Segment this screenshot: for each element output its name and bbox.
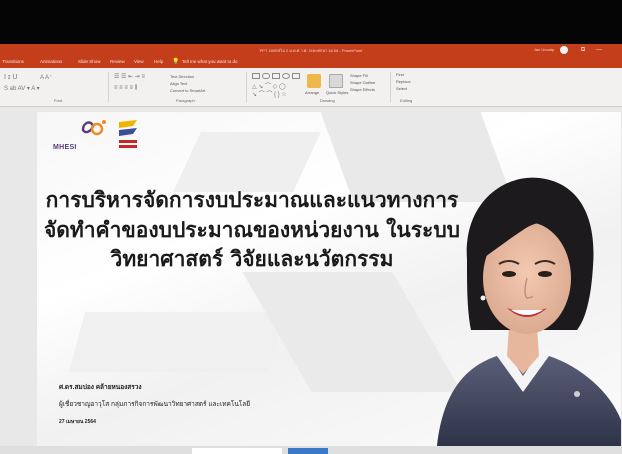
tsri-logo-icon [119, 120, 137, 148]
select-button[interactable]: Select [396, 86, 407, 91]
minimize-button[interactable]: — [594, 45, 604, 55]
slide-title[interactable]: การบริหารจัดการงบประมาณและแนวทางการ จัดท… [37, 185, 467, 274]
background-facet [173, 132, 321, 192]
shape-rectangle-icon[interactable] [272, 73, 280, 79]
arrange-icon[interactable] [307, 74, 321, 88]
tab-review[interactable]: Review [110, 59, 125, 64]
tab-view[interactable]: View [134, 59, 144, 64]
paragraph-group-label: Paragraph [176, 98, 195, 103]
text-direction[interactable]: Text Direction [170, 74, 194, 79]
arrange-button[interactable]: Arrange [305, 90, 319, 95]
presenter-role[interactable]: ผู้เชี่ยวชาญอาวุโส กลุ่มภารกิจการพัฒนาวิ… [59, 399, 250, 409]
replace-button[interactable]: Replace [396, 79, 411, 84]
shape-outline[interactable]: Shape Outline [350, 80, 375, 85]
slide-title-line: วิทยาศาสตร์ วิจัยและนวัตกรรม [110, 246, 394, 271]
notes-area[interactable] [192, 448, 282, 454]
tab-animations[interactable]: Animations [40, 59, 62, 64]
tab-slide-show[interactable]: Slide Show [78, 59, 101, 64]
font-format-icon[interactable]: S ab AV ▾ A ▾ [4, 85, 40, 92]
mhesi-logo-text: MHESI [53, 144, 77, 151]
convert-smartart[interactable]: Convert to SmartArt [170, 88, 205, 93]
font-group-label: Font [54, 98, 63, 103]
shape-rectangle-icon[interactable] [292, 73, 300, 79]
slide-title-line: จัดทำคำของบประมาณของหน่วยงาน ในระบบ [43, 216, 461, 242]
align-text[interactable]: Align Text [170, 81, 187, 86]
find-button[interactable]: Find [396, 72, 404, 77]
ribbon-toolbar: I ɪ U A A ⁱ S ab AV ▾ A ▾ Font ☰ ☰ ⇤ ⇥ ≡… [0, 68, 622, 107]
editing-group-label: Editing [400, 98, 413, 103]
bottom-toolbar [0, 446, 622, 454]
screen-top-bezel [0, 0, 622, 44]
tab-transitions[interactable]: Transitions [2, 59, 24, 64]
font-size-icon[interactable]: A A ⁱ [40, 74, 51, 81]
presenter-name[interactable]: ศ.ดร.สมปอง คล้ายหนองสรวง [59, 382, 142, 392]
drawing-group-label: Drawing [320, 98, 335, 103]
slide-title-line: การบริหารจัดการงบประมาณและแนวทางการ [45, 187, 459, 212]
shape-fill[interactable]: Shape Fill [350, 73, 368, 78]
window-titlebar: PPT งบพรสไม 2 ม.ค.ศ.ว.ศ. ระยะศกษา 16.06 … [0, 44, 622, 56]
restore-button[interactable]: ⧉ [578, 45, 588, 55]
presentation-date[interactable]: 27 เมษายน 2564 [59, 418, 96, 426]
user-name[interactable]: Jan Uncatp [534, 47, 554, 52]
quick-styles-button[interactable]: Quick Styles [326, 90, 348, 95]
shape-oval-icon[interactable] [282, 73, 290, 79]
slide-canvas[interactable]: MHESI การบริหารจัดการงบประมาณและแนวทางกา… [37, 112, 621, 446]
shape-rounded-icon[interactable] [262, 73, 270, 79]
align-icon[interactable]: ≡ ≡ ≡ ≡ ⫼ [114, 85, 137, 92]
zoom-slider[interactable] [288, 448, 328, 454]
shapes-arrow-icon[interactable]: ↘ ⌒ ⌒ { } ☆ [252, 89, 287, 98]
ministry-logo-icon [81, 120, 106, 136]
user-avatar[interactable] [560, 46, 568, 54]
ribbon-separator [246, 72, 247, 102]
background-facet [68, 312, 286, 372]
list-icon[interactable]: ☰ ☰ ⇤ ⇥ ≡ [114, 73, 145, 80]
ribbon-tabs: Transitions Animations Slide Show Review… [0, 56, 622, 68]
tab-help[interactable]: Help [154, 59, 163, 64]
presenter-photo [437, 177, 621, 446]
shape-rectangle-icon[interactable] [252, 73, 260, 79]
ribbon-separator [390, 72, 391, 102]
lightbulb-icon: 💡 [172, 59, 180, 65]
window-title: PPT งบพรสไม 2 ม.ค.ศ.ว.ศ. ระยะศกษา 16.06 … [259, 48, 363, 53]
font-controls-icon[interactable]: I ɪ U [4, 74, 17, 81]
ribbon-separator [108, 72, 109, 102]
shape-effects[interactable]: Shape Effects [350, 87, 375, 92]
tell-me-search[interactable]: Tell me what you want to do [182, 59, 238, 64]
quick-styles-icon[interactable] [329, 74, 343, 88]
